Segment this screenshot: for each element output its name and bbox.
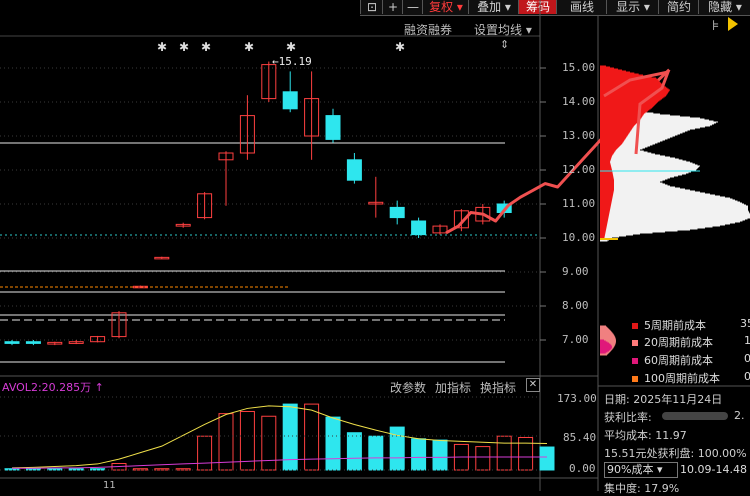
candle-body: [346, 159, 362, 181]
profit-at-price: 15.51元处获利盘: 100.00%: [604, 447, 747, 460]
legend-20-period: 20周期前成本: [632, 334, 713, 350]
legend-value: 0: [744, 352, 750, 365]
x-axis-label: 11: [103, 480, 116, 491]
volume-bar: [539, 446, 555, 471]
concentration: 集中度: 17.9%: [604, 482, 680, 495]
volume-bar: [411, 438, 427, 471]
volume-bar: [389, 426, 405, 471]
price-tick: 12.00: [562, 163, 596, 176]
legend-swatch: [632, 323, 638, 329]
volume-bar: [47, 468, 63, 471]
high-price-label: ←15.19: [272, 55, 312, 68]
swap-indicator-button[interactable]: 换指标: [480, 379, 516, 396]
volume-tick: 173.00: [557, 392, 597, 405]
price-tick: 15.00: [562, 61, 596, 74]
candle-body: [4, 341, 20, 344]
change-params-button[interactable]: 改参数: [390, 379, 426, 396]
legend-swatch: [632, 358, 638, 364]
legend-60-period: 60周期前成本: [632, 352, 713, 368]
candle-body: [411, 220, 427, 236]
price-tick: 11.00: [562, 197, 596, 210]
price-tick: 10.00: [562, 231, 596, 244]
volume-bar: [346, 432, 362, 471]
volume-bar: [304, 403, 320, 471]
price-tick: 13.00: [562, 129, 596, 142]
volume-bar: [368, 435, 384, 471]
add-indicator-button[interactable]: 加指标: [435, 379, 471, 396]
volume-ma2-line: [12, 456, 547, 469]
profit-ratio-value: 2.: [734, 409, 745, 422]
close-icon[interactable]: ✕: [526, 378, 540, 392]
volume-bar: [432, 439, 448, 471]
price-tick: 7.00: [562, 333, 589, 346]
price-tick: 14.00: [562, 95, 596, 108]
volume-bar: [261, 415, 277, 471]
legend-swatch: [632, 376, 638, 382]
profit-ratio-bar: [662, 412, 728, 420]
candle-body: [25, 341, 41, 344]
candle-body: [389, 206, 405, 219]
cost-percent-select[interactable]: 90%成本 ▾: [604, 462, 678, 478]
volume-bar: [197, 435, 213, 471]
volume-bar: [518, 436, 534, 471]
price-tick: 8.00: [562, 299, 589, 312]
price-tick: 9.00: [562, 265, 589, 278]
volume-bar: [325, 416, 341, 471]
legend-value: 0: [744, 370, 750, 383]
legend-swatch: [632, 340, 638, 346]
cost-range: 10.09-14.48: [680, 463, 747, 476]
profit-ratio-label: 获利比率:: [604, 411, 652, 424]
volume-bar: [496, 435, 512, 471]
candle-body: [325, 115, 341, 140]
volume-tick: 85.40: [563, 431, 597, 444]
legend-5-period: 5周期前成本: [632, 317, 706, 333]
avol-title: AVOL2:20.285万 ↑: [2, 381, 104, 394]
avg-cost: 平均成本: 11.97: [604, 429, 687, 442]
candle-body: [282, 91, 298, 110]
volume-ma-line: [11, 405, 548, 469]
volume-tick: 0.00: [569, 462, 596, 475]
chip-date: 日期: 2025年11月24日: [604, 393, 723, 406]
legend-value: 1: [744, 334, 750, 347]
legend-value: 35: [740, 317, 750, 330]
legend-100-period: 100周期前成本: [632, 370, 720, 386]
volume-bar: [475, 446, 491, 471]
